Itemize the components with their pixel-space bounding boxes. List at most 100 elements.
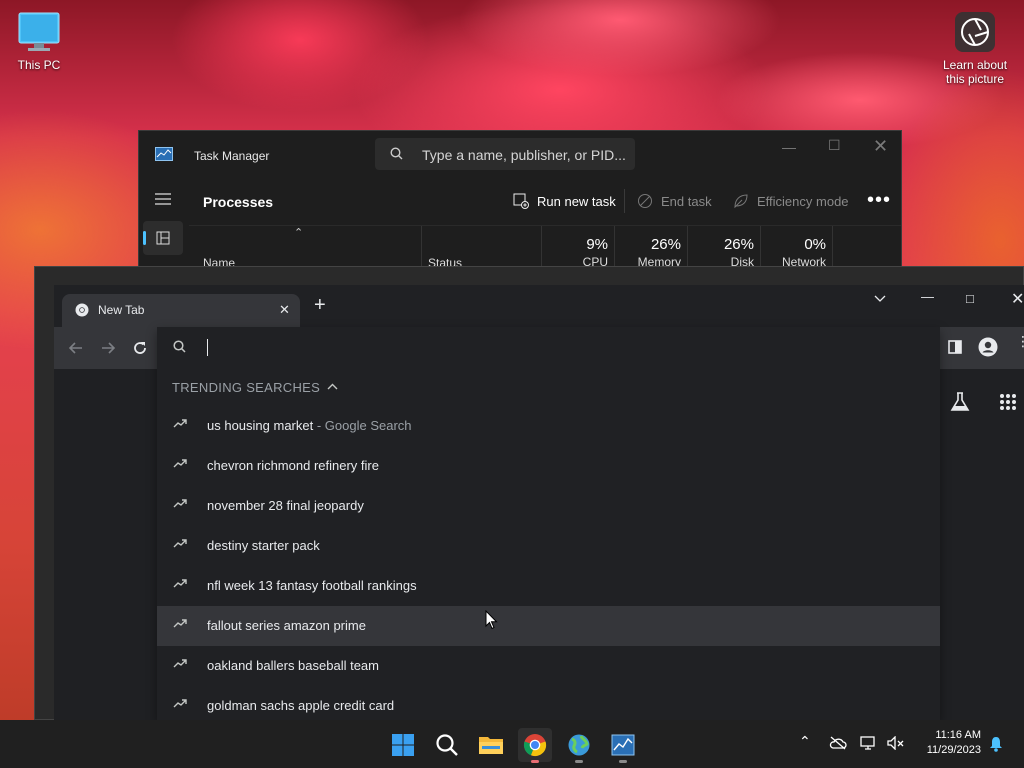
taskbar-search-icon [435, 733, 459, 757]
maximize-icon[interactable]: ☐ [828, 137, 841, 154]
windows-logo-icon [391, 733, 415, 757]
apps-grid-icon[interactable] [999, 393, 1017, 411]
suggestion-item[interactable]: goldman sachs apple credit card [157, 686, 940, 720]
suggestion-detail: - Google Search [313, 418, 412, 433]
leaf-icon [733, 193, 749, 209]
clock-date: 11/29/2023 [926, 744, 981, 756]
globe-icon [567, 733, 591, 757]
text-caret [207, 339, 208, 356]
back-icon[interactable] [68, 340, 84, 356]
forward-icon[interactable] [100, 340, 116, 356]
learn-label-line1: Learn about [942, 58, 1008, 72]
task-manager-search-placeholder: Type a name, publisher, or PID... [422, 147, 626, 163]
end-task-icon [637, 193, 653, 209]
suggestion-text: chevron richmond refinery fire [207, 458, 379, 473]
chrome-minimize-icon[interactable]: — [921, 289, 934, 304]
suggestion-text: oakland ballers baseball team [207, 658, 379, 673]
suggestion-item[interactable]: chevron richmond refinery fire [157, 446, 940, 486]
suggestion-item-hovered[interactable]: fallout series amazon prime [157, 606, 940, 646]
more-options-icon[interactable]: ••• [867, 189, 891, 212]
minimize-icon[interactable]: — [782, 139, 796, 155]
disk-percent: 26% [723, 236, 754, 253]
this-pc-label: This PC [17, 58, 61, 72]
suggestion-item[interactable]: us housing market - Google Search [157, 406, 940, 446]
taskbar: ⌃ 11:16 AM 11/29/2023 [0, 720, 1024, 768]
network-icon[interactable] [860, 736, 878, 750]
running-indicator [619, 760, 627, 763]
network-percent: 0% [804, 236, 826, 253]
suggestion-text: november 28 final jeopardy [207, 498, 364, 513]
onedrive-off-icon[interactable] [829, 736, 847, 750]
running-indicator [531, 760, 539, 763]
chrome-icon [523, 733, 547, 757]
hamburger-menu-icon[interactable] [155, 193, 171, 205]
notification-bell-icon[interactable] [988, 736, 1004, 752]
chrome-taskbar-button[interactable] [518, 728, 552, 763]
suggestion-text: us housing market [207, 418, 314, 433]
trending-up-icon [173, 618, 187, 628]
suggestion-item[interactable]: november 28 final jeopardy [157, 486, 940, 526]
nav-active-indicator [143, 231, 146, 245]
trending-up-icon [173, 498, 187, 508]
side-panel-icon[interactable] [948, 340, 962, 354]
suggestion-text: nfl week 13 fantasy football rankings [207, 578, 417, 593]
task-manager-app-icon [155, 147, 173, 161]
sort-ascending-icon[interactable]: ⌃ [294, 226, 303, 239]
processes-toolbar: Processes Run new task End task Efficien… [189, 181, 901, 221]
running-indicator [575, 760, 583, 763]
task-manager-title: Task Manager [194, 149, 270, 163]
tab-strip: New Tab ✕ + — □ ✕ [54, 285, 1024, 327]
suggestion-item[interactable]: oakland ballers baseball team [157, 646, 940, 686]
efficiency-mode-label: Efficiency mode [757, 194, 849, 209]
taskbar-search-button[interactable] [430, 728, 464, 762]
suggestion-item[interactable]: nfl week 13 fantasy football rankings [157, 566, 940, 606]
suggestion-text: goldman sachs apple credit card [207, 698, 395, 713]
globe-app-button[interactable] [562, 728, 596, 763]
trending-searches-header: TRENDING SEARCHES [172, 380, 321, 395]
collapse-chevron-up-icon[interactable] [327, 383, 338, 390]
trending-up-icon [173, 578, 187, 588]
new-tab-plus-icon[interactable]: + [314, 294, 326, 317]
omnibox-search-icon [173, 340, 186, 353]
labs-flask-icon[interactable] [949, 391, 971, 413]
chrome-close-icon[interactable]: ✕ [1011, 289, 1024, 309]
reload-icon[interactable] [132, 340, 148, 356]
show-hidden-icons-chevron-icon[interactable]: ⌃ [799, 733, 811, 750]
menu-kebab-icon[interactable]: ⋮ [1016, 334, 1024, 348]
start-button[interactable] [386, 728, 420, 762]
run-new-task-label: Run new task [537, 194, 616, 209]
trending-up-icon [173, 658, 187, 668]
monitor-icon [17, 10, 61, 54]
file-explorer-button[interactable] [474, 728, 508, 762]
end-task-label: End task [661, 194, 712, 209]
chrome-maximize-icon[interactable]: □ [966, 291, 974, 306]
tab-close-icon[interactable]: ✕ [279, 302, 290, 318]
learn-label-line2: this picture [945, 72, 1005, 86]
task-manager-taskbar-button[interactable] [606, 728, 640, 763]
clock-time: 11:16 AM [935, 729, 981, 741]
system-clock[interactable]: 11:16 AM 11/29/2023 [927, 728, 981, 758]
mouse-pointer-icon [485, 610, 498, 630]
close-icon[interactable]: ✕ [873, 136, 888, 157]
tab-search-chevron-icon[interactable] [874, 295, 886, 303]
suggestion-item[interactable]: destiny starter pack [157, 526, 940, 566]
omnibox-input[interactable] [157, 327, 940, 367]
tab-title: New Tab [98, 303, 145, 317]
toolbar-divider [624, 189, 625, 213]
trending-up-icon [173, 698, 187, 708]
chrome-tab-icon [75, 303, 89, 317]
tab-new-tab[interactable]: New Tab ✕ [62, 294, 300, 327]
task-manager-icon [611, 734, 635, 756]
task-manager-search[interactable]: Type a name, publisher, or PID... [375, 138, 635, 170]
desktop-icon-this-pc[interactable]: This PC [4, 10, 74, 72]
volume-muted-icon[interactable] [887, 736, 905, 750]
omnibox-dropdown: TRENDING SEARCHES us housing market - Go… [157, 327, 940, 720]
cpu-percent: 9% [586, 236, 608, 253]
suggestion-text: fallout series amazon prime [207, 618, 366, 633]
profile-avatar-icon[interactable] [978, 337, 998, 357]
camera-info-icon [953, 10, 997, 54]
processes-icon [156, 231, 170, 245]
run-task-icon [513, 193, 529, 209]
nav-processes[interactable] [143, 221, 183, 255]
desktop-icon-learn-picture[interactable]: Learn about this picture [938, 10, 1012, 86]
